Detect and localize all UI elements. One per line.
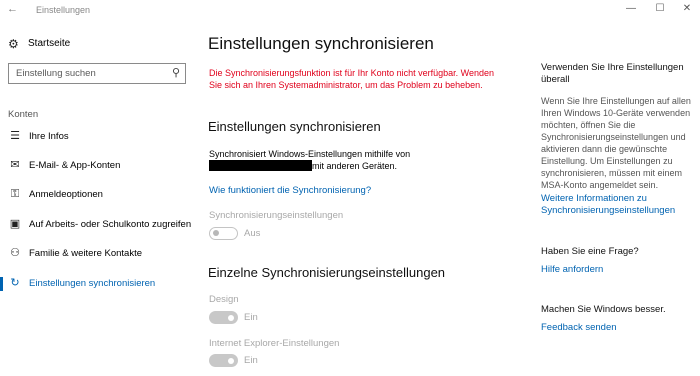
minimize-icon[interactable]: — — [617, 1, 645, 17]
sidebar-item-email-app-konten[interactable]: ✉ E-Mail- & App-Konten — [0, 155, 195, 177]
error-message: Die Synchronisierungsfunktion ist für Ih… — [209, 68, 494, 90]
sync-description-suffix: mit anderen Geräten. — [312, 161, 398, 171]
gear-icon: ⚙ — [8, 37, 19, 51]
sidebar-item-label: Ihre Infos — [29, 131, 69, 142]
ie-settings-toggle[interactable] — [209, 354, 238, 367]
ie-settings-label: Internet Explorer-Einstellungen — [209, 338, 340, 349]
how-sync-works-link[interactable]: Wie funktioniert die Synchronisierung? — [209, 185, 371, 196]
person-icon: ⚇ — [10, 247, 20, 259]
toggle-knob — [228, 314, 234, 321]
person-card-icon: ☰ — [10, 130, 20, 142]
sync-settings-label: Synchronisierungseinstellungen — [209, 210, 344, 221]
help-heading-use-everywhere: Verwenden Sie Ihre Einstellungen überall — [541, 62, 684, 85]
section-heading-individual: Einzelne Synchronisierungseinstellungen — [208, 265, 446, 280]
sidebar: ⚙ Startseite Einstellung suchen ⚲ Konten… — [0, 20, 195, 376]
sidebar-item-anmeldeoptionen[interactable]: ⚿ Anmeldeoptionen — [0, 184, 195, 206]
sidebar-item-label: E-Mail- & App-Konten — [29, 160, 121, 171]
sidebar-item-einstellungen-synchronisieren[interactable]: ↻ Einstellungen synchronisieren — [0, 273, 195, 295]
sync-description-line1: Synchronisiert Windows-Einstellungen mit… — [209, 149, 411, 159]
help-heading-feedback: Machen Sie Windows besser. — [541, 304, 666, 315]
toggle-knob — [213, 230, 219, 236]
help-paragraph: Wenn Sie Ihre Einstellungen auf allen Ih… — [541, 96, 691, 190]
sync-settings-toggle[interactable] — [209, 227, 238, 240]
section-heading: Konten — [8, 109, 39, 120]
design-label: Design — [209, 294, 239, 305]
sync-icon: ↻ — [10, 277, 20, 289]
sidebar-item-label: Einstellungen synchronisieren — [29, 278, 156, 289]
get-help-link[interactable]: Hilfe anfordern — [541, 264, 603, 276]
help-heading-question: Haben Sie eine Frage? — [541, 246, 639, 257]
page-title: Einstellungen synchronisieren — [208, 34, 434, 53]
sidebar-item-label: Auf Arbeits- oder Schulkonto zugreifen — [29, 219, 192, 230]
sync-settings-state: Aus — [244, 228, 261, 239]
sidebar-item-label: Anmeldeoptionen — [29, 189, 103, 200]
design-state: Ein — [244, 312, 258, 323]
window-title: Einstellungen — [36, 5, 91, 15]
key-icon: ⚿ — [10, 188, 20, 200]
sidebar-item-ihre-infos[interactable]: ☰ Ihre Infos — [0, 126, 195, 148]
title-bar: ← Einstellungen — ☐ ✕ — [0, 0, 700, 20]
active-indicator — [0, 277, 3, 291]
search-placeholder: Einstellung suchen — [16, 68, 96, 79]
mail-icon: ✉ — [10, 159, 20, 171]
search-icon[interactable]: ⚲ — [172, 66, 180, 79]
sync-description: Synchronisiert Windows-Einstellungen mit… — [209, 148, 449, 172]
section-heading-sync: Einstellungen synchronisieren — [208, 119, 381, 134]
design-toggle[interactable] — [209, 311, 238, 324]
maximize-icon[interactable]: ☐ — [646, 1, 674, 17]
search-input[interactable]: Einstellung suchen ⚲ — [8, 63, 186, 84]
briefcase-icon: ▣ — [9, 218, 21, 230]
back-arrow-icon[interactable]: ← — [7, 3, 18, 15]
more-info-link[interactable]: Weitere Informationen zu Synchronisierun… — [541, 193, 691, 217]
home-label: Startseite — [28, 38, 71, 49]
sidebar-item-familie-kontakte[interactable]: ⚇ Familie & weitere Kontakte — [0, 243, 195, 265]
toggle-knob — [228, 357, 234, 364]
redacted-account — [209, 160, 312, 171]
ie-settings-state: Ein — [244, 355, 258, 366]
settings-window: ← Einstellungen — ☐ ✕ ⚙ Startseite Einst… — [0, 0, 700, 376]
sidebar-item-label: Familie & weitere Kontakte — [29, 248, 142, 259]
send-feedback-link[interactable]: Feedback senden — [541, 322, 617, 334]
close-icon[interactable]: ✕ — [673, 1, 700, 17]
sidebar-item-arbeits-schulkonto[interactable]: ▣ Auf Arbeits- oder Schulkonto zugreifen — [0, 214, 195, 236]
